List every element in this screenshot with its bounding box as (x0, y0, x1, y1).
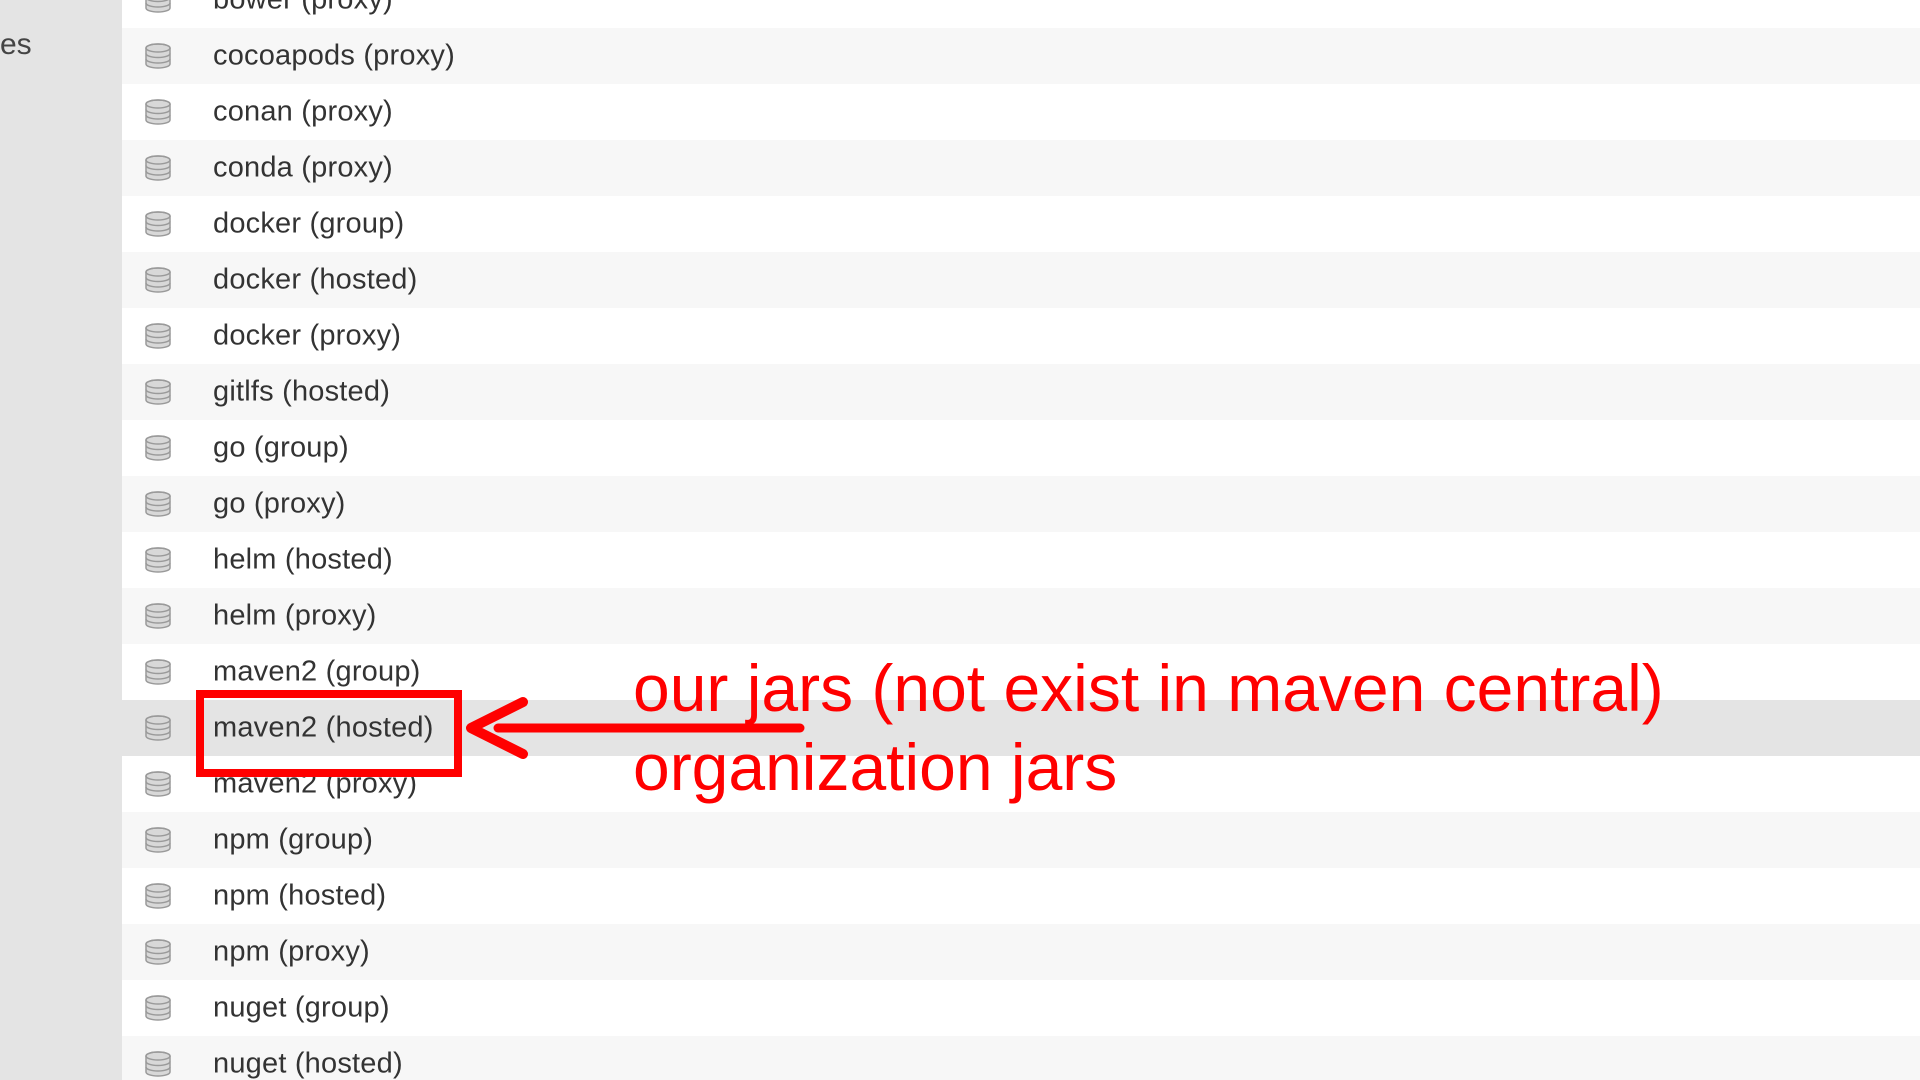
repository-name: maven2 (proxy) (213, 767, 418, 800)
repository-row[interactable]: docker (proxy) (122, 308, 1920, 364)
repository-name: npm (group) (213, 823, 374, 856)
repository-row[interactable]: maven2 (group) (122, 644, 1920, 700)
repository-row[interactable]: helm (proxy) (122, 588, 1920, 644)
repository-name: nuget (hosted) (213, 1047, 403, 1080)
database-icon (143, 153, 173, 183)
repository-name: go (group) (213, 431, 349, 464)
database-icon (143, 881, 173, 911)
database-icon (143, 321, 173, 351)
repository-row[interactable]: go (proxy) (122, 476, 1920, 532)
repository-name: npm (hosted) (213, 879, 387, 912)
repository-row[interactable]: nuget (group) (122, 980, 1920, 1036)
database-icon (143, 489, 173, 519)
database-icon (143, 97, 173, 127)
repository-row[interactable]: npm (proxy) (122, 924, 1920, 980)
repository-row[interactable]: conda (proxy) (122, 140, 1920, 196)
database-icon (143, 433, 173, 463)
repository-name: go (proxy) (213, 487, 346, 520)
repository-row[interactable]: go (group) (122, 420, 1920, 476)
database-icon (143, 657, 173, 687)
database-icon (143, 377, 173, 407)
repository-name: docker (group) (213, 207, 405, 240)
repository-row[interactable]: docker (hosted) (122, 252, 1920, 308)
database-icon (143, 769, 173, 799)
database-icon (143, 937, 173, 967)
database-icon (143, 601, 173, 631)
database-icon (143, 41, 173, 71)
repository-row[interactable]: maven2 (proxy) (122, 756, 1920, 812)
repository-name: maven2 (hosted) (213, 711, 434, 744)
database-icon (143, 545, 173, 575)
repository-row[interactable]: nuget (hosted) (122, 1036, 1920, 1080)
repository-name: helm (hosted) (213, 543, 393, 576)
sidebar-item-label[interactable]: es (0, 28, 32, 62)
database-icon (143, 825, 173, 855)
database-icon (143, 993, 173, 1023)
repository-name: docker (hosted) (213, 263, 418, 296)
repository-name: bower (proxy) (213, 0, 393, 17)
repository-list: bower (proxy) cocoapods (proxy) conan (pro… (122, 0, 1920, 1080)
repository-row[interactable]: gitlfs (hosted) (122, 364, 1920, 420)
repository-name: cocoapods (proxy) (213, 39, 455, 72)
repository-row[interactable]: bower (proxy) (122, 0, 1920, 28)
repository-row[interactable]: conan (proxy) (122, 84, 1920, 140)
repository-name: docker (proxy) (213, 319, 402, 352)
repository-row[interactable]: npm (hosted) (122, 868, 1920, 924)
sidebar: es (0, 0, 122, 1080)
repository-row[interactable]: docker (group) (122, 196, 1920, 252)
repository-row[interactable]: helm (hosted) (122, 532, 1920, 588)
repository-name: conan (proxy) (213, 95, 393, 128)
database-icon (143, 713, 173, 743)
repository-name: gitlfs (hosted) (213, 375, 391, 408)
database-icon (143, 209, 173, 239)
repository-row[interactable]: cocoapods (proxy) (122, 28, 1920, 84)
repository-name: helm (proxy) (213, 599, 377, 632)
database-icon (143, 1049, 173, 1079)
repository-list-page: es bower (proxy) cocoapods (proxy) conan (… (0, 0, 1920, 1080)
repository-name: npm (proxy) (213, 935, 370, 968)
database-icon (143, 265, 173, 295)
repository-row[interactable]: npm (group) (122, 812, 1920, 868)
database-icon (143, 0, 173, 15)
repository-name: maven2 (group) (213, 655, 421, 688)
repository-row[interactable]: maven2 (hosted) (122, 700, 1920, 756)
repository-name: conda (proxy) (213, 151, 393, 184)
repository-name: nuget (group) (213, 991, 390, 1024)
